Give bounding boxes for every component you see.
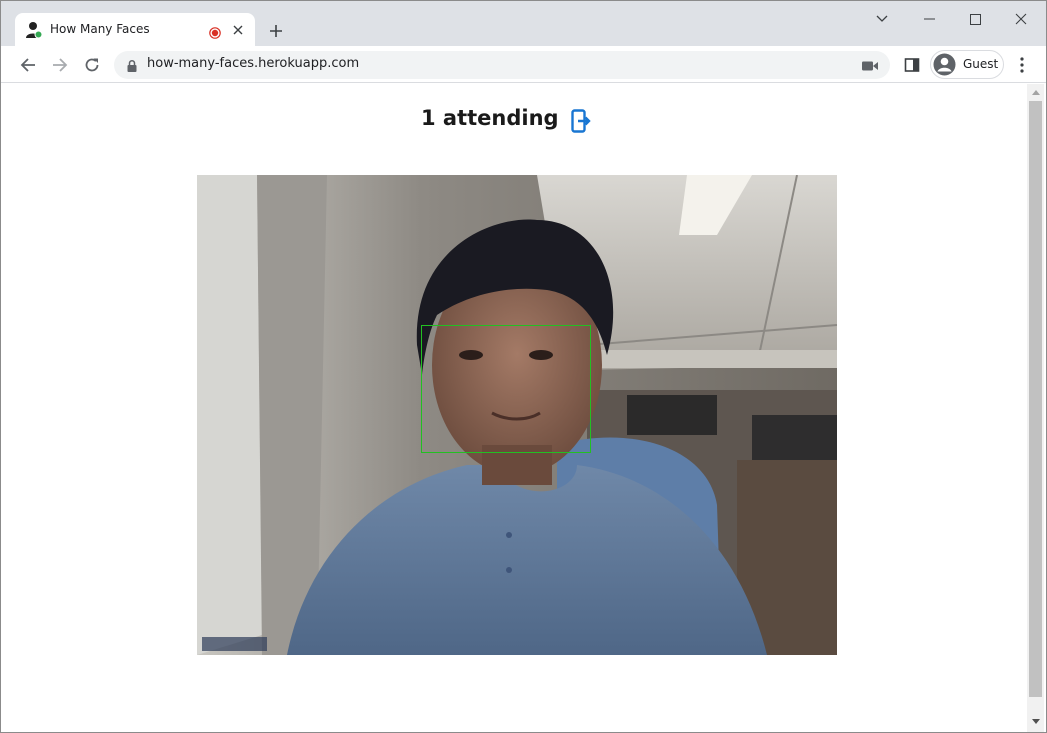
scroll-down-icon[interactable] (1027, 712, 1044, 729)
tab-strip: How Many Faces (1, 1, 1046, 47)
page-title: 1 attending (421, 106, 559, 130)
profile-button[interactable]: Guest (930, 50, 1004, 79)
forward-arrow-icon[interactable] (46, 51, 74, 79)
scroll-thumb[interactable] (1029, 101, 1042, 697)
address-bar[interactable]: how-many-faces.herokuapp.com (114, 51, 890, 79)
reload-icon[interactable] (78, 51, 106, 79)
recording-dot-icon (209, 24, 221, 39)
profile-name: Guest (963, 57, 999, 71)
maximize-icon[interactable] (952, 1, 998, 37)
camera-icon[interactable] (861, 58, 879, 72)
tab-how-many-faces[interactable]: How Many Faces (15, 13, 255, 47)
avatar (933, 53, 956, 76)
lock-icon[interactable] (125, 58, 139, 72)
chevron-down-icon[interactable] (859, 1, 905, 37)
side-panel-icon[interactable] (899, 52, 925, 78)
plus-icon[interactable] (263, 18, 289, 44)
kebab-menu-icon[interactable] (1011, 52, 1033, 78)
page-content: 1 attending (1, 84, 1046, 732)
minimize-icon[interactable] (906, 1, 952, 37)
back-arrow-icon[interactable] (14, 51, 42, 79)
exit-door-icon[interactable] (570, 108, 592, 134)
close-icon[interactable] (228, 20, 248, 40)
scrollbar[interactable] (1027, 84, 1044, 732)
url-text[interactable]: how-many-faces.herokuapp.com (147, 56, 359, 71)
person-icon (25, 21, 43, 39)
browser-window: How Many Faces how-many-faces.herokuapp.… (0, 0, 1047, 733)
browser-toolbar: how-many-faces.herokuapp.com Guest (1, 46, 1046, 83)
scroll-up-icon[interactable] (1027, 84, 1044, 101)
webcam-video-feed (197, 175, 837, 655)
tab-title: How Many Faces (50, 22, 150, 36)
close-icon[interactable] (998, 1, 1044, 37)
face-detection-box (421, 325, 591, 453)
